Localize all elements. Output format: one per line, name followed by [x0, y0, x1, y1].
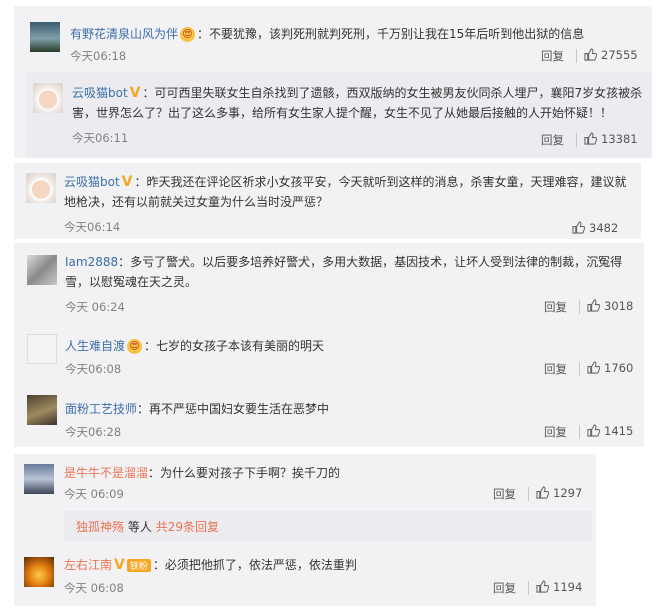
like-count: 1297 [553, 486, 583, 500]
comment-line: 人生难自渡 😍 ：七岁的女孩子本该有美丽的明天 [65, 337, 324, 354]
avatar[interactable] [27, 334, 57, 364]
thumbs-up-icon [587, 361, 600, 374]
comment-line: 有野花清泉山风为伴 😍 ：不要犹豫，该判死刑就判死刑，千万别让我在15年后听到他出狱… [70, 25, 584, 42]
username[interactable]: Iam2888 [65, 255, 118, 269]
like-button[interactable]: 3482 [572, 221, 618, 235]
username[interactable]: 云吸猫bot [64, 175, 120, 189]
timestamp: 今天06:14 [64, 220, 121, 234]
divider [579, 300, 580, 314]
like-count: 3482 [589, 221, 619, 235]
timestamp: 今天 06:24 [65, 300, 125, 314]
like-button[interactable]: 13381 [584, 132, 638, 146]
reply-button[interactable]: 回复 [493, 580, 516, 596]
reply-button[interactable]: 回复 [493, 486, 516, 502]
avatar[interactable] [24, 557, 54, 587]
thumbs-up-icon [536, 486, 549, 499]
like-count: 3018 [604, 299, 634, 313]
like-button[interactable]: 1415 [587, 424, 633, 438]
comment-text: ：昨天我还在评论区祈求小女孩平安，今天就听到这样的消息，杀害女童，天理难容，建议… [134, 175, 627, 189]
like-button[interactable]: 27555 [584, 48, 638, 62]
timestamp: 今天06:08 [65, 362, 122, 376]
username[interactable]: 左右江南 [64, 558, 112, 572]
thumbs-up-icon [587, 299, 600, 312]
sub-reply-line[interactable]: 独孤神殇 等人 共29条回复 [76, 518, 219, 535]
avatar[interactable] [27, 395, 57, 425]
like-button[interactable]: 1760 [587, 361, 633, 375]
username[interactable]: 是牛牛不是溜溜 [64, 466, 148, 480]
divider [528, 581, 529, 595]
username[interactable]: 人生难自渡 [65, 339, 125, 353]
thumbs-up-icon [587, 424, 600, 437]
thumbs-up-icon [584, 132, 597, 145]
reply-button[interactable]: 回复 [544, 299, 567, 315]
sub-reply-user[interactable]: 独孤神殇 [76, 520, 124, 534]
emoji-icon: 😍 [127, 339, 143, 354]
avatar[interactable] [27, 255, 57, 285]
emoji-icon: 😍 [180, 27, 196, 42]
like-button[interactable]: 3018 [587, 299, 633, 313]
comment-body: 云吸猫bot V ：可可西里失联女生自杀找到了遗骸，西双版纳的女生被男友伙同杀人埋尸… [72, 83, 642, 123]
comment-line: 左右江南 V 铁粉 ：必须把他抓了，依法严惩，依法重判 [64, 556, 357, 573]
fans-badge: 铁粉 [126, 559, 151, 572]
timestamp: 今天 06:09 [64, 487, 124, 501]
divider [579, 425, 580, 439]
username[interactable]: 面粉工艺技师 [65, 402, 137, 416]
reply-button[interactable]: 回复 [544, 424, 567, 440]
reply-button[interactable]: 回复 [544, 361, 567, 377]
timestamp: 今天06:18 [70, 49, 127, 63]
reply-button[interactable]: 回复 [541, 132, 564, 148]
like-count: 1415 [604, 424, 634, 438]
reply-button[interactable]: 回复 [541, 48, 564, 64]
comment-text: ：再不严惩中国妇女要生活在恶梦中 [137, 402, 330, 416]
username[interactable]: 云吸猫bot [72, 86, 128, 100]
like-button[interactable]: 1194 [536, 580, 582, 594]
divider [576, 133, 577, 147]
verified-icon: V [121, 174, 133, 190]
comment-text: ：七岁的女孩子本该有美丽的明天 [144, 339, 325, 353]
comment-text: ：必须把他抓了，依法严惩，依法重判 [152, 558, 357, 572]
divider [576, 49, 577, 63]
like-count: 1194 [553, 580, 583, 594]
sub-reply-count-link[interactable]: 共29条回复 [156, 520, 219, 534]
like-button[interactable]: 1297 [536, 486, 582, 500]
sub-reply-text: 等人 [127, 520, 152, 534]
comment-text: 地枪决，还有以前就关过女童为什么当时没严惩？ [64, 195, 329, 209]
avatar[interactable] [30, 22, 60, 52]
like-count: 27555 [601, 48, 638, 62]
comment-line: 是牛牛不是溜溜：为什么要对孩子下手啊？挨千刀的 [64, 464, 340, 481]
avatar[interactable] [24, 464, 54, 494]
divider [528, 487, 529, 501]
verified-icon: V [129, 85, 141, 101]
timestamp: 今天 06:08 [64, 581, 124, 595]
comment-body: 云吸猫bot V ：昨天我还在评论区祈求小女孩平安，今天就听到这样的消息，杀害女童，… [64, 172, 634, 212]
comment-line: 面粉工艺技师：再不严惩中国妇女要生活在恶梦中 [65, 400, 329, 417]
like-count: 1760 [604, 361, 634, 375]
username[interactable]: 有野花清泉山风为伴 [70, 27, 178, 41]
comment-body: Iam2888：多亏了警犬。以后要多培养好警犬，多用大数据，基因技术，让坏人受到… [65, 252, 635, 292]
comment-text: ：不要犹豫，该判死刑就判死刑，千万别让我在15年后听到他出狱的信息 [197, 27, 585, 41]
comment-text: ：可可西里失联女生自杀找到了遗骸，西双版纳的女生被男友伙同杀人埋尸，襄阳7岁女孩… [142, 86, 643, 100]
timestamp: 今天06:11 [72, 131, 129, 145]
thumbs-up-icon [584, 48, 597, 61]
avatar[interactable] [33, 83, 63, 113]
comment-text: 雪，以慰冤魂在天之灵。 [65, 275, 198, 289]
verified-icon: V [114, 557, 125, 573]
divider [579, 362, 580, 376]
comment-text: 害，世界怎么了？出了这么多事，给所有女生家人提个醒，女生不见了从她最后接触的人开… [72, 106, 613, 120]
comment-text: ：多亏了警犬。以后要多培养好警犬，多用大数据，基因技术，让坏人受到法律的制裁，沉… [118, 255, 623, 269]
like-count: 13381 [601, 132, 638, 146]
timestamp: 今天06:28 [65, 425, 122, 439]
thumbs-up-icon [536, 580, 549, 593]
thumbs-up-icon [572, 221, 585, 234]
comment-text: ：为什么要对孩子下手啊？挨千刀的 [148, 466, 341, 480]
avatar[interactable] [26, 173, 56, 203]
